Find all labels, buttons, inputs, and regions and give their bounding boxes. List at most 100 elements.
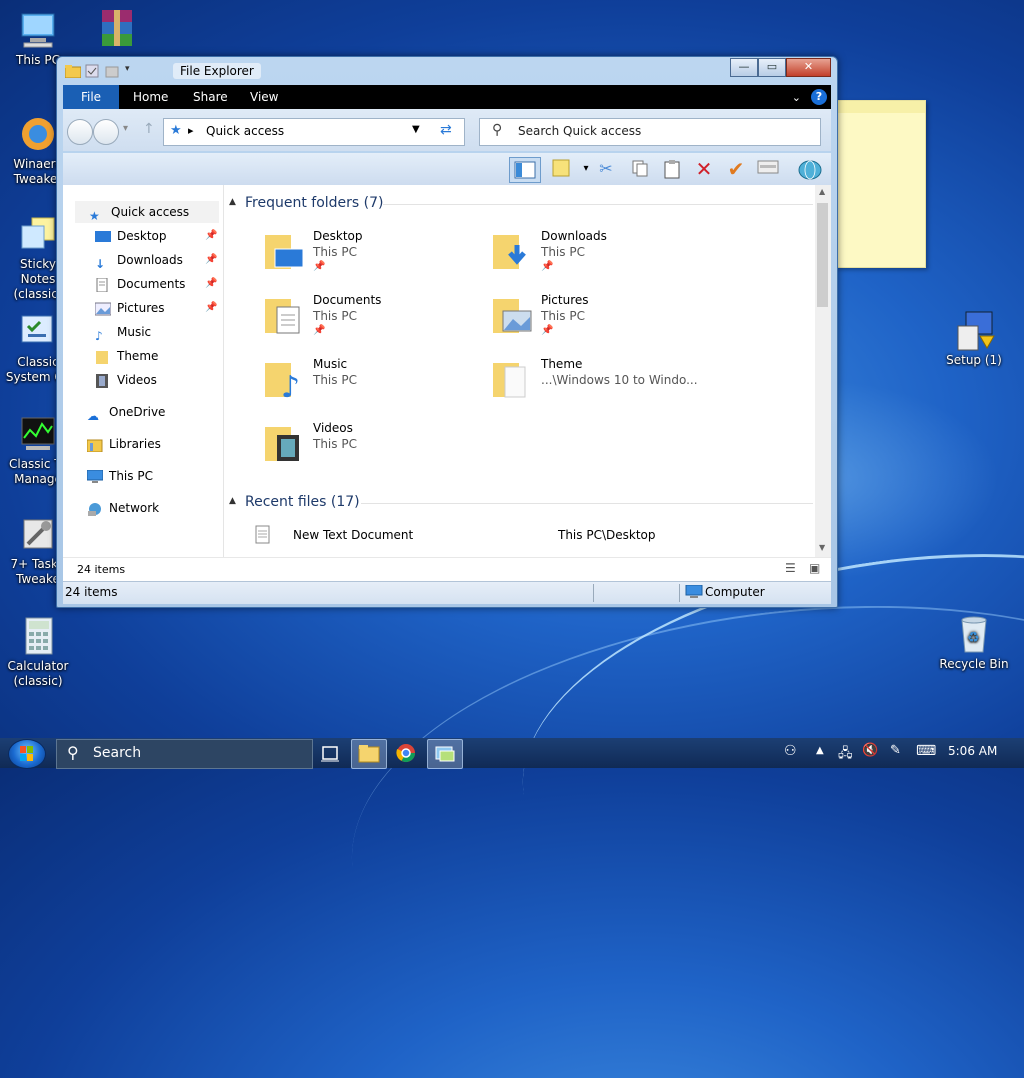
desktop-icon-recycle-bin[interactable]: ♻ Recycle Bin xyxy=(938,614,1010,672)
desktop-icon-calculator[interactable]: Calculator (classic) xyxy=(2,616,74,689)
documents-folder-icon xyxy=(265,295,305,335)
nav-item-label: Videos xyxy=(117,373,157,387)
folder-desktop[interactable]: Desktop This PC 📌 xyxy=(265,229,485,285)
task-manager-icon xyxy=(18,414,58,454)
layout-icon[interactable] xyxy=(551,159,573,179)
folder-music[interactable]: ♪ Music This PC xyxy=(265,357,485,413)
ribbon-tabs: File Home Share View ⌄ ? xyxy=(63,85,831,109)
show-hidden-icons[interactable]: ▲ xyxy=(816,745,824,756)
recent-locations-icon[interactable]: ▾ xyxy=(123,123,128,134)
scroll-up-icon[interactable]: ▲ xyxy=(819,187,825,196)
layout-dropdown-icon[interactable]: ▾ xyxy=(575,159,597,179)
nav-item-desktop[interactable]: Desktop xyxy=(95,226,167,246)
nav-item-pictures[interactable]: Pictures xyxy=(94,298,165,318)
nav-item-onedrive[interactable]: ☁ OneDrive xyxy=(87,402,166,423)
folder-documents[interactable]: Documents This PC 📌 xyxy=(265,293,485,349)
folder-name: Videos xyxy=(313,421,353,435)
minimize-button[interactable]: — xyxy=(730,58,758,77)
people-icon[interactable]: ⚇ xyxy=(784,743,797,759)
search-box[interactable]: ⚲ Search Quick access xyxy=(479,118,821,146)
collapse-frequent-icon[interactable]: ▲ xyxy=(229,197,236,207)
nav-item-network[interactable]: Network xyxy=(87,498,159,518)
back-button[interactable] xyxy=(67,119,93,145)
desktop-icon-setup[interactable]: Setup (1) xyxy=(938,310,1010,368)
tab-file[interactable]: File xyxy=(63,85,119,109)
folder-name: Theme xyxy=(541,357,583,371)
pin-icon: 📌 xyxy=(205,254,218,265)
start-button[interactable] xyxy=(8,739,46,769)
volume-muted-icon[interactable]: 🔇 xyxy=(862,743,878,758)
network-tray-icon[interactable]: 🖧 xyxy=(838,744,853,766)
taskbar: ⚲ Search ⚇ ▲ 🖧 🔇 ✎ ⌨ 5:06 AM xyxy=(0,738,1024,769)
expand-ribbon-icon[interactable]: ⌄ xyxy=(792,91,801,104)
details-view-icon[interactable]: ☰ xyxy=(785,561,796,575)
file-explorer-icon xyxy=(358,745,380,763)
nav-item-label: Theme xyxy=(117,349,159,363)
scroll-down-icon[interactable]: ▼ xyxy=(819,543,825,552)
item-count-classic: 24 items xyxy=(65,585,118,599)
search-input[interactable]: Search Quick access xyxy=(518,124,641,138)
properties-icon[interactable] xyxy=(85,64,99,78)
scrollbar-thumb[interactable] xyxy=(817,203,828,307)
address-dropdown-icon[interactable]: ▼ xyxy=(412,124,420,135)
taskbar-search-input[interactable]: Search xyxy=(93,745,141,761)
tab-home[interactable]: Home xyxy=(133,85,168,109)
nav-item-this-pc[interactable]: This PC xyxy=(86,466,153,486)
properties-toolbar-icon[interactable] xyxy=(757,159,779,179)
pen-icon[interactable]: ✎ xyxy=(890,743,901,758)
nav-item-quick-access[interactable]: ★ Quick access xyxy=(89,202,189,223)
taskbar-search-box[interactable]: ⚲ Search xyxy=(56,739,313,769)
maximize-button[interactable]: ▭ xyxy=(758,58,786,77)
collapse-recent-icon[interactable]: ▲ xyxy=(229,496,236,506)
recent-file-row[interactable]: New Text Document This PC\Desktop xyxy=(255,525,815,547)
taskbar-clock[interactable]: 5:06 AM xyxy=(948,744,997,758)
customize-qat-icon[interactable]: ▾ xyxy=(125,64,139,78)
delete-icon[interactable]: ✕ xyxy=(693,159,715,179)
folder-pictures[interactable]: Pictures This PC 📌 xyxy=(493,293,713,349)
desktop-icon-winrar[interactable] xyxy=(80,8,152,51)
new-folder-icon[interactable] xyxy=(105,64,119,78)
preview-pane-button[interactable] xyxy=(509,157,541,183)
vertical-scrollbar[interactable]: ▲ ▼ xyxy=(815,185,831,557)
refresh-icon[interactable]: ⇄ xyxy=(440,122,452,138)
close-button[interactable]: ✕ xyxy=(786,58,831,77)
cut-icon[interactable]: ✂ xyxy=(595,159,617,179)
recent-files-header[interactable]: Recent files (17) xyxy=(245,494,360,510)
videos-icon xyxy=(95,373,111,388)
sticky-note[interactable] xyxy=(836,100,926,268)
folder-theme[interactable]: Theme ...\Windows 10 to Windo... xyxy=(493,357,753,413)
folder-name: Pictures xyxy=(541,293,589,307)
pin-icon: 📌 xyxy=(205,278,218,289)
globe-icon[interactable] xyxy=(797,159,822,180)
address-bar[interactable]: ★ ▸ Quick access ▼ ⇄ xyxy=(163,118,465,146)
paste-icon[interactable] xyxy=(661,159,683,179)
tab-share[interactable]: Share xyxy=(193,85,228,109)
forward-button[interactable] xyxy=(93,119,119,145)
recycle-bin-icon: ♻ xyxy=(954,614,994,654)
taskbar-app-window[interactable] xyxy=(427,739,463,769)
taskbar-file-explorer[interactable] xyxy=(351,739,387,769)
task-view-button[interactable] xyxy=(313,739,347,767)
nav-item-videos[interactable]: Videos xyxy=(95,370,157,390)
title-bar[interactable]: ▾ File Explorer — ▭ ✕ xyxy=(57,57,837,85)
up-arrow-icon[interactable]: ↑ xyxy=(143,121,155,137)
rename-check-icon[interactable]: ✔ xyxy=(725,159,747,179)
nav-item-label: OneDrive xyxy=(109,405,166,419)
nav-item-libraries[interactable]: Libraries xyxy=(86,434,161,454)
nav-item-theme[interactable]: Theme xyxy=(95,346,158,366)
copy-icon[interactable] xyxy=(629,159,651,179)
keyboard-icon[interactable]: ⌨ xyxy=(916,743,936,759)
item-count: 24 items xyxy=(77,563,126,576)
folder-name: Desktop xyxy=(313,229,363,243)
help-button[interactable]: ? xyxy=(811,89,827,105)
tab-view[interactable]: View xyxy=(250,85,278,109)
folder-videos[interactable]: Videos This PC xyxy=(265,421,485,477)
nav-item-documents[interactable]: Documents xyxy=(95,274,185,294)
taskbar-chrome[interactable] xyxy=(389,739,423,767)
folder-downloads[interactable]: Downloads This PC 📌 xyxy=(493,229,713,285)
frequent-folders-header[interactable]: Frequent folders (7) xyxy=(245,195,384,211)
nav-item-music[interactable]: ♪ Music xyxy=(95,322,151,343)
nav-item-downloads[interactable]: ↓ Downloads xyxy=(95,250,183,271)
computer-zone-label: Computer xyxy=(705,585,765,599)
large-icons-view-icon[interactable]: ▣ xyxy=(809,561,820,575)
